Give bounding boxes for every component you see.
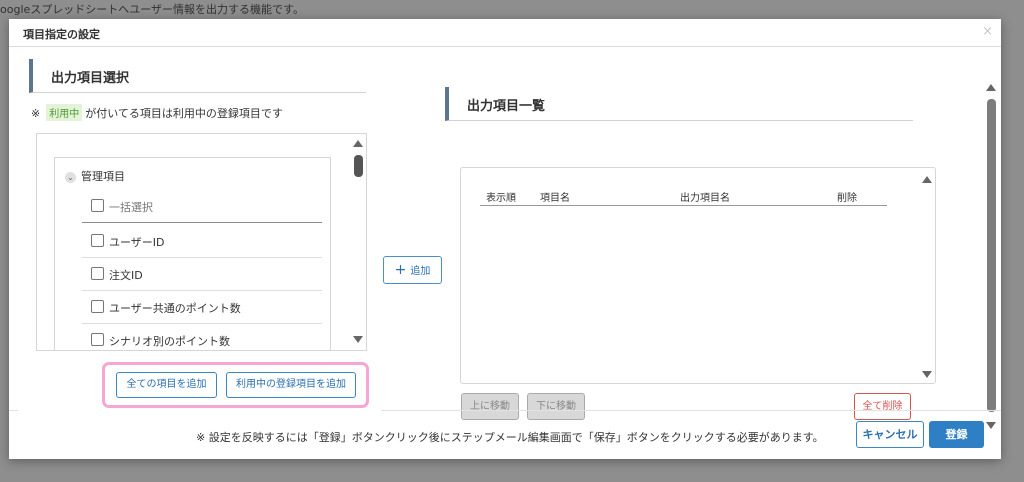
list-scrollbar[interactable]: [350, 134, 366, 350]
plus-icon: +: [394, 262, 407, 278]
modal-scrollbar[interactable]: [983, 77, 1001, 439]
scroll-up-icon[interactable]: [922, 176, 932, 183]
checkbox[interactable]: [91, 333, 104, 346]
footer-note: ※ 設定を反映するには「登録」ボタンクリック後にステップメール編集画面で「保存」…: [196, 431, 824, 444]
col-order: 表示順: [486, 193, 516, 204]
output-table: 表示順 項目名 出力項目名 削除: [460, 167, 936, 384]
scroll-up-icon[interactable]: [986, 84, 996, 91]
cancel-button[interactable]: キャンセル: [856, 421, 924, 448]
modal-title: 項目指定の設定: [23, 28, 100, 41]
table-header: 表示順 項目名 出力項目名 削除: [480, 180, 887, 206]
list-item[interactable]: シナリオ別のポイント数: [82, 324, 322, 350]
col-output-name: 出力項目名: [680, 193, 730, 204]
group-title[interactable]: ⌄ 管理項目: [65, 168, 125, 184]
add-all-items-button[interactable]: 全ての項目を追加: [116, 372, 217, 398]
list-item[interactable]: 一括選択: [82, 190, 322, 223]
scroll-thumb[interactable]: [354, 155, 363, 177]
item-selection-panel: 出力項目選択 ※ 利用中 が付いてる項目は利用中の登録項目です ⌄ 管理項目 一括選択…: [18, 51, 381, 421]
scroll-down-icon[interactable]: [353, 336, 363, 343]
checkbox[interactable]: [91, 199, 104, 212]
in-use-tag: 利用中: [46, 104, 83, 121]
note-text: が付いてる項目は利用中の登録項目です: [85, 107, 283, 120]
output-list-header: 出力項目一覧: [445, 87, 913, 121]
list-item-label: ユーザーID: [109, 236, 165, 249]
item-list-box: ⌄ 管理項目 一括選択 ユーザーID 注文ID ユーザー共通のポイント数 シナリオ…: [36, 133, 367, 351]
in-use-note: ※ 利用中 が付いてる項目は利用中の登録項目です: [31, 104, 283, 121]
group-title-label: 管理項目: [81, 170, 125, 183]
output-list-title: 出力項目一覧: [467, 99, 546, 114]
item-selection-header: 出力項目選択: [29, 59, 366, 93]
list-item-label: 注文ID: [109, 269, 143, 282]
note-mark: ※: [31, 107, 41, 120]
col-delete: 削除: [837, 193, 857, 204]
list-item[interactable]: ユーザー共通のポイント数: [82, 291, 322, 324]
scroll-up-icon[interactable]: [353, 140, 363, 147]
checkbox[interactable]: [91, 267, 104, 280]
chevron-down-icon[interactable]: ⌄: [65, 171, 76, 183]
table-scrollbar[interactable]: [919, 168, 935, 383]
group-box: ⌄ 管理項目 一括選択 ユーザーID 注文ID ユーザー共通のポイント数 シナリオ…: [54, 157, 331, 350]
list-item[interactable]: ユーザーID: [82, 225, 322, 258]
scroll-down-icon[interactable]: [922, 371, 932, 378]
list-item-label: シナリオ別のポイント数: [109, 335, 230, 348]
add-button-label: 追加: [410, 266, 431, 277]
checkbox[interactable]: [91, 300, 104, 313]
list-item[interactable]: 注文ID: [82, 258, 322, 291]
item-selection-title: 出力項目選択: [51, 71, 130, 86]
add-in-use-items-button[interactable]: 利用中の登録項目を追加: [226, 372, 356, 398]
checkbox[interactable]: [91, 234, 104, 247]
close-icon[interactable]: ×: [982, 24, 993, 39]
add-button[interactable]: + 追加: [383, 256, 442, 284]
col-item-name: 項目名: [540, 193, 570, 204]
list-item-label: 一括選択: [109, 201, 153, 214]
modal-header: 項目指定の設定 ×: [9, 19, 1001, 47]
scroll-thumb[interactable]: [987, 99, 996, 412]
list-item-label: ユーザー共通のポイント数: [109, 302, 241, 315]
register-button[interactable]: 登録: [929, 421, 984, 448]
